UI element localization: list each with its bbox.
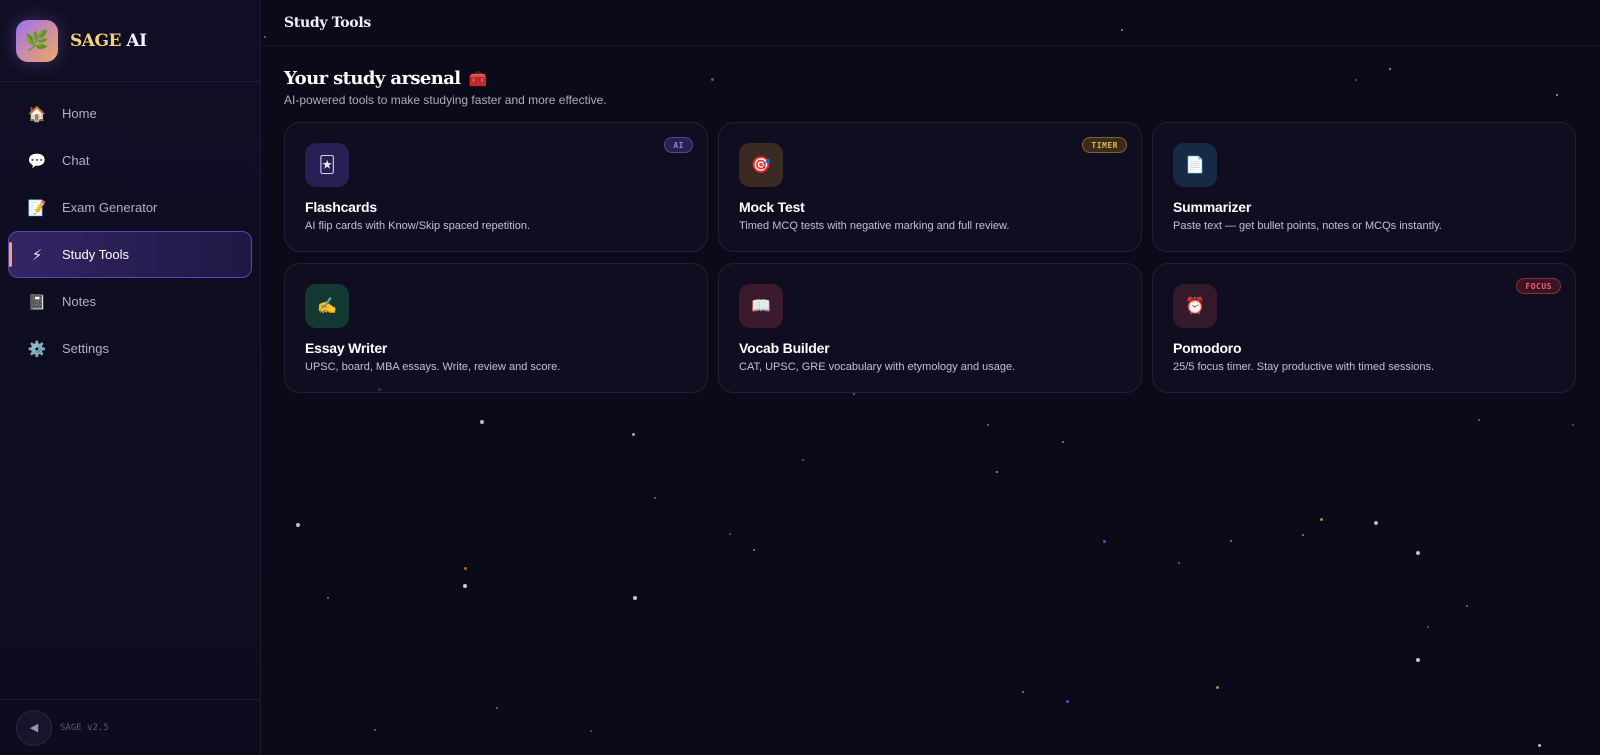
section-heading: Your study arsenal <box>284 68 461 89</box>
tool-card-essay-writer[interactable]: ✍️ Essay Writer UPSC, board, MBA essays. W… <box>284 263 708 393</box>
flashcard-icon: 🃏 <box>305 143 349 187</box>
target-icon: 🎯 <box>739 143 783 187</box>
tool-badge: FOCUS <box>1516 278 1561 294</box>
tool-card-title: Summarizer <box>1173 199 1252 215</box>
sidebar-item-study-tools[interactable]: ⚡ Study Tools <box>8 231 252 278</box>
sidebar-item-exam-generator[interactable]: 📝 Exam Generator <box>8 184 252 231</box>
gear-icon: ⚙️ <box>27 340 47 358</box>
sidebar-footer: ◀ SAGE v2.5 <box>0 699 260 755</box>
page-title: Study Tools <box>284 14 371 31</box>
tool-card-vocab-builder[interactable]: 📖 Vocab Builder CAT, UPSC, GRE vocabulary … <box>718 263 1142 393</box>
sidebar-nav: 🏠 Home 💬 Chat 📝 Exam Generator ⚡ Study Tools 📓 No… <box>0 82 260 372</box>
tool-card-description: Paste text — get bullet points, notes or… <box>1173 220 1442 232</box>
brand-name: SAGE AI <box>70 31 147 51</box>
tool-card-description: CAT, UPSC, GRE vocabulary with etymology… <box>739 361 1016 373</box>
sidebar-item-label: Chat <box>62 153 90 168</box>
lightning-icon: ⚡ <box>31 246 43 264</box>
sidebar-item-label: Home <box>62 106 97 121</box>
speech-bubble-icon: 💬 <box>27 152 47 170</box>
toolbox-icon: 🧰 <box>468 70 488 88</box>
tools-grid: 🃏 Flashcards AI flip cards with Know/Skip … <box>284 122 1600 393</box>
section-subheading: AI-powered tools to make studying faster… <box>284 93 607 107</box>
sidebar-item-home[interactable]: 🏠 Home <box>8 90 252 137</box>
tool-badge: AI <box>664 137 693 153</box>
topbar: Study Tools <box>262 0 1600 46</box>
tool-card-description: AI flip cards with Know/Skip spaced repe… <box>305 220 531 232</box>
tool-card-title: Essay Writer <box>305 340 388 356</box>
memo-icon: 📝 <box>27 199 47 217</box>
sidebar-item-label: Study Tools <box>62 247 129 262</box>
tool-card-title: Mock Test <box>739 199 805 215</box>
version-label: SAGE v2.5 <box>60 722 109 733</box>
sidebar-item-label: Exam Generator <box>62 200 158 215</box>
house-icon: 🏠 <box>27 105 47 123</box>
collapse-sidebar-button[interactable]: ◀ <box>16 709 52 746</box>
sidebar-item-label: Settings <box>62 341 109 356</box>
sidebar-item-notes[interactable]: 📓 Notes <box>8 278 252 325</box>
notebook-icon: 📓 <box>27 293 47 311</box>
tool-card-title: Vocab Builder <box>739 340 830 356</box>
tool-card-mock-test[interactable]: 🎯 Mock Test Timed MCQ tests with negative … <box>718 122 1142 252</box>
section-heading-row: Your study arsenal 🧰 <box>284 68 1600 89</box>
leaf-icon: 🌿 <box>16 19 58 62</box>
tool-card-flashcards[interactable]: 🃏 Flashcards AI flip cards with Know/Skip … <box>284 122 708 252</box>
sidebar-item-chat[interactable]: 💬 Chat <box>8 137 252 184</box>
open-book-icon: 📖 <box>739 284 783 328</box>
sidebar: 🌿 SAGE AI 🏠 Home 💬 Chat 📝 Exam Generator ⚡ Stud… <box>0 0 261 755</box>
sidebar-item-settings[interactable]: ⚙️ Settings <box>8 325 252 372</box>
sidebar-item-label: Notes <box>62 294 96 309</box>
tool-card-title: Flashcards <box>305 199 377 215</box>
writing-hand-icon: ✍️ <box>305 284 349 328</box>
tool-card-description: Timed MCQ tests with negative marking an… <box>739 220 1010 232</box>
brand-main: SAGE <box>70 30 121 51</box>
chevron-left-icon: ◀ <box>29 722 39 734</box>
alarm-clock-icon: ⏰ <box>1173 284 1217 328</box>
document-icon: 📄 <box>1173 143 1217 187</box>
brand-suffix: AI <box>126 30 147 51</box>
tool-card-pomodoro[interactable]: ⏰ Pomodoro 25/5 focus timer. Stay producti… <box>1152 263 1576 393</box>
tool-card-title: Pomodoro <box>1173 340 1242 356</box>
main-content: Your study arsenal 🧰 AI-powered tools to… <box>262 46 1600 393</box>
tool-card-description: 25/5 focus timer. Stay productive with t… <box>1173 361 1435 373</box>
tool-card-summarizer[interactable]: 📄 Summarizer Paste text — get bullet point… <box>1152 122 1576 252</box>
tool-badge: TIMER <box>1082 137 1127 153</box>
brand[interactable]: 🌿 SAGE AI <box>0 0 260 82</box>
tool-card-description: UPSC, board, MBA essays. Write, review a… <box>305 361 561 373</box>
